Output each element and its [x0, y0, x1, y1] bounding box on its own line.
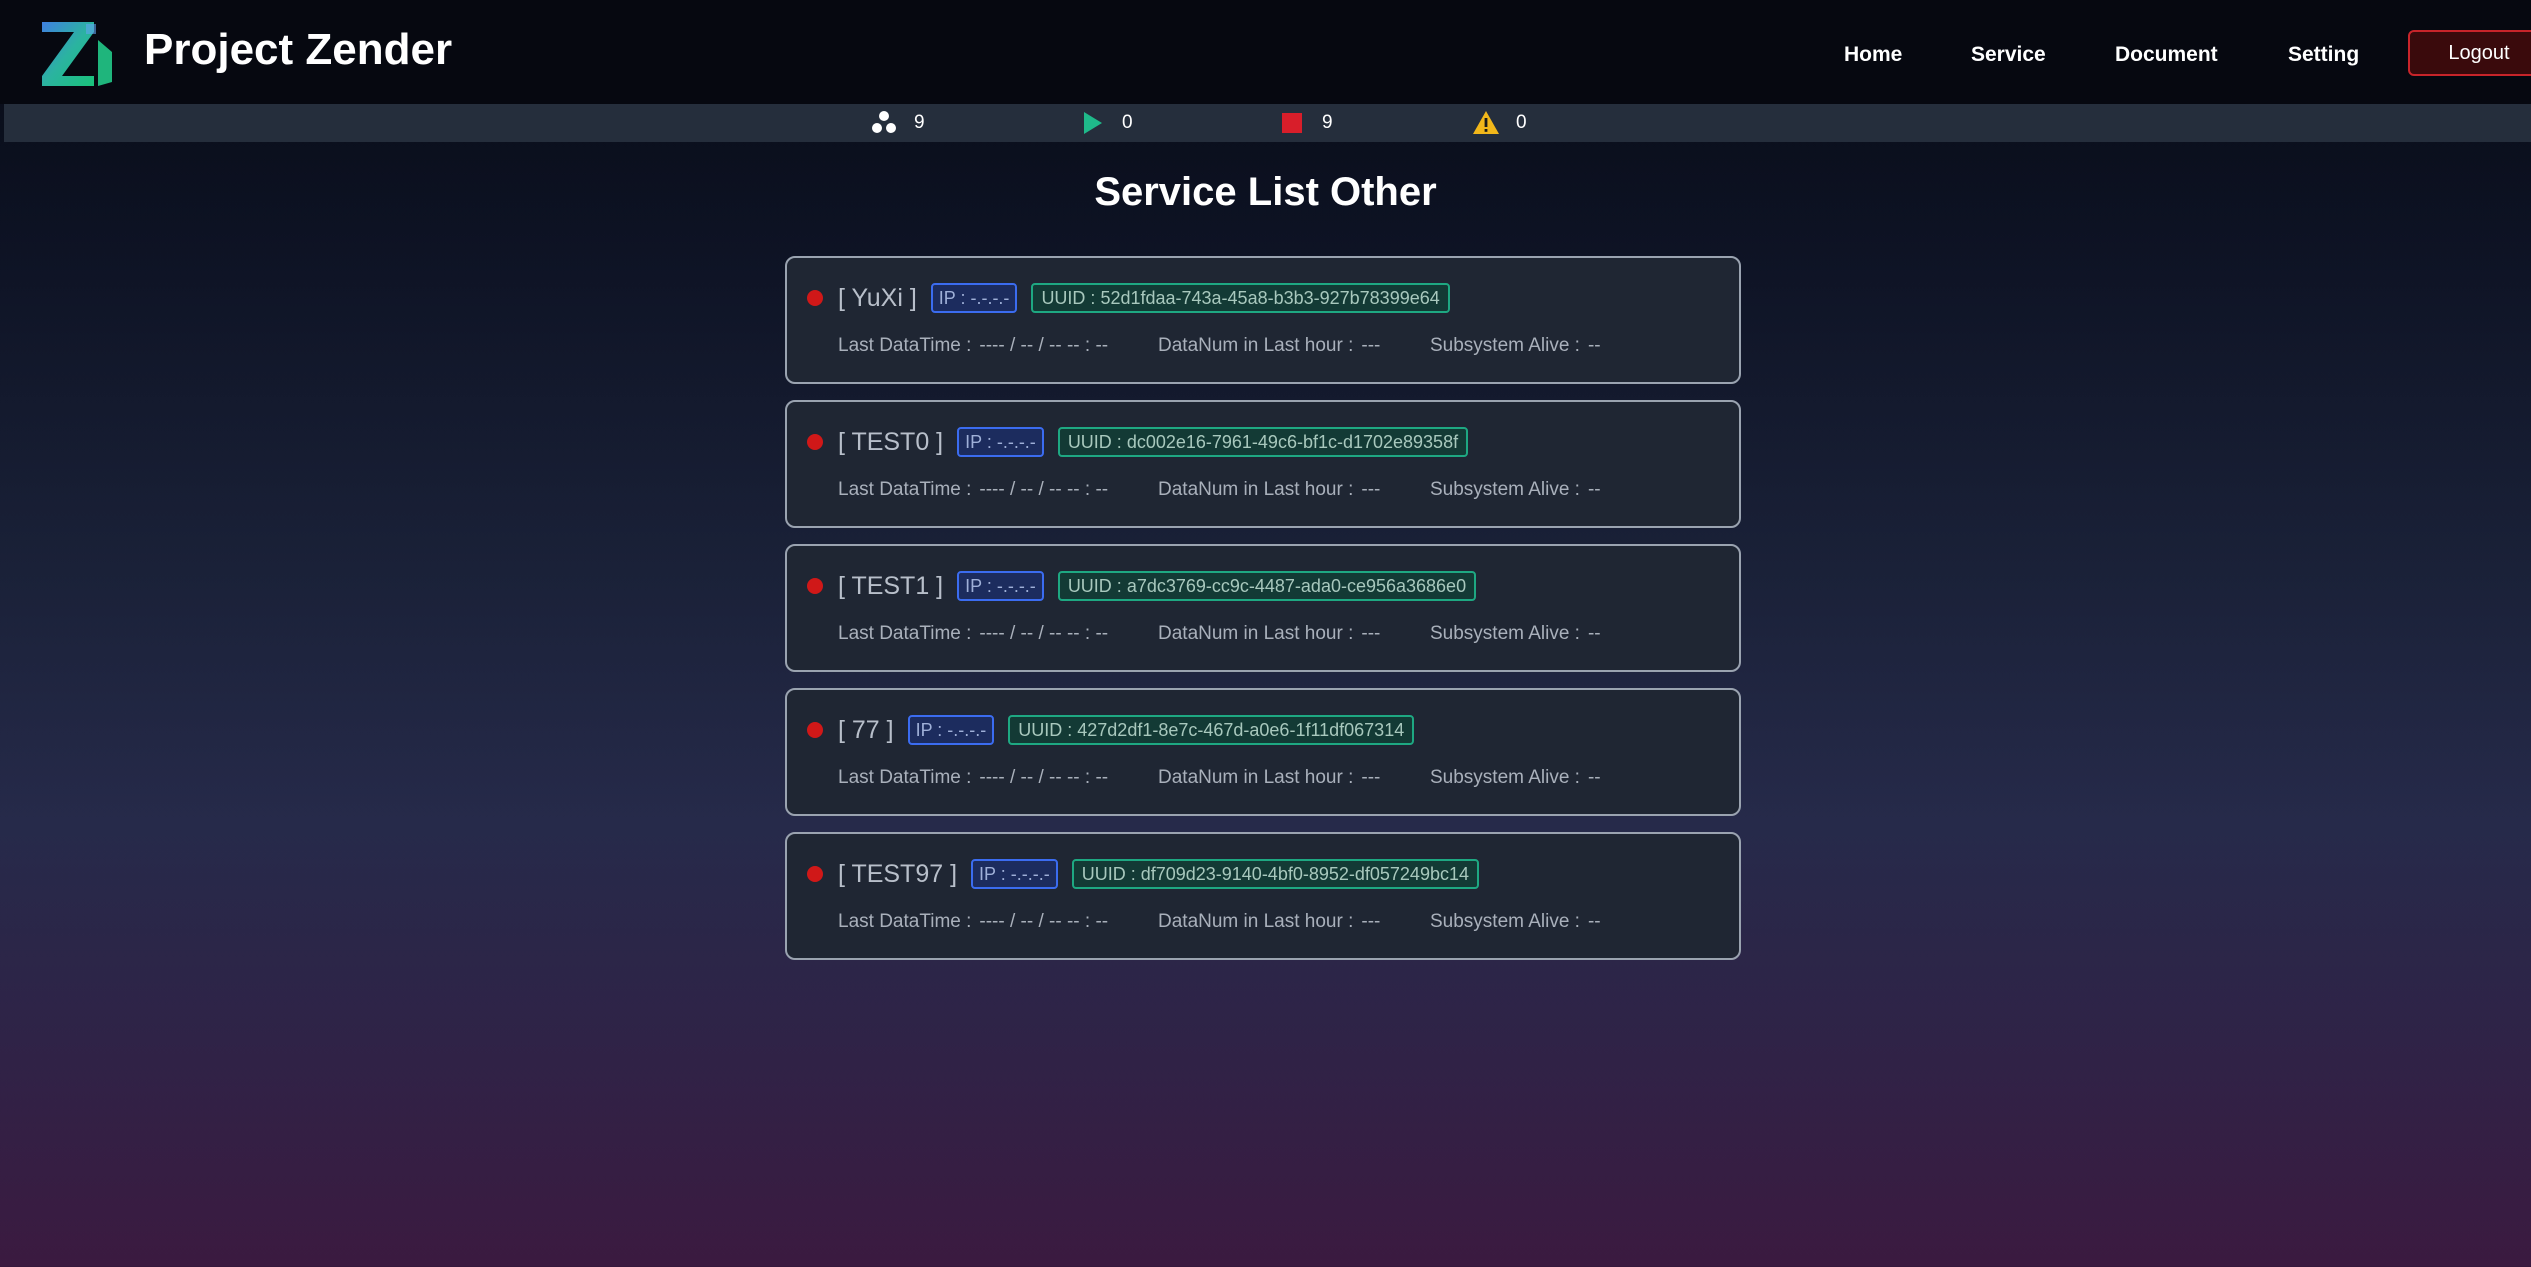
- logout-button[interactable]: Logout: [2408, 30, 2531, 76]
- services-cluster-icon: [872, 111, 896, 133]
- service-card[interactable]: [ TEST1 ] IP : -.-.-.- UUID : a7dc3769-c…: [785, 544, 1741, 672]
- uuid-badge: UUID : dc002e16-7961-49c6-bf1c-d1702e893…: [1057, 427, 1469, 457]
- last-datetime-label: Last DataTime :: [838, 479, 972, 500]
- status-dot: [807, 290, 823, 306]
- status-dot: [807, 866, 823, 882]
- ip-badge: IP : -.-.-.-: [957, 427, 1044, 457]
- top-navbar: Project Zender Home Service Document Set…: [0, 0, 2531, 104]
- status-dot: [807, 722, 823, 738]
- service-name: [ YuXi ]: [838, 283, 917, 312]
- play-icon: [1084, 112, 1102, 134]
- subsystem-value: --: [1587, 911, 1601, 932]
- status-dot: [807, 578, 823, 594]
- subsystem-alive: Subsystem Alive : --: [1430, 622, 1601, 646]
- subsystem-label: Subsystem Alive :: [1430, 623, 1580, 644]
- stat-warning: 0: [1472, 104, 1527, 142]
- datanum-label: DataNum in Last hour :: [1158, 911, 1354, 932]
- datanum-value: ---: [1361, 335, 1381, 356]
- datanum: DataNum in Last hour : ---: [1158, 334, 1380, 358]
- zender-logo-icon[interactable]: [40, 20, 116, 88]
- uuid-badge: UUID : 52d1fdaa-743a-45a8-b3b3-927b78399…: [1031, 283, 1450, 313]
- last-datetime-label: Last DataTime :: [838, 911, 972, 932]
- status-dot: [807, 434, 823, 450]
- subsystem-label: Subsystem Alive :: [1430, 911, 1580, 932]
- service-name: [ TEST0 ]: [838, 427, 944, 456]
- datanum-value: ---: [1361, 479, 1381, 500]
- subsystem-label: Subsystem Alive :: [1430, 479, 1580, 500]
- service-card[interactable]: [ TEST97 ] IP : -.-.-.- UUID : df709d23-…: [785, 832, 1741, 960]
- datanum: DataNum in Last hour : ---: [1158, 910, 1380, 934]
- service-name: [ 77 ]: [838, 715, 894, 744]
- last-datetime-value: ---- / -- / -- -- : --: [979, 335, 1109, 356]
- nav-document[interactable]: Document: [2115, 30, 2218, 80]
- nav-setting[interactable]: Setting: [2288, 30, 2359, 80]
- subsystem-value: --: [1587, 335, 1601, 356]
- service-card[interactable]: [ TEST0 ] IP : -.-.-.- UUID : dc002e16-7…: [785, 400, 1741, 528]
- nav-service[interactable]: Service: [1971, 30, 2046, 80]
- datanum-value: ---: [1361, 911, 1381, 932]
- service-name: [ TEST97 ]: [838, 859, 958, 888]
- datanum: DataNum in Last hour : ---: [1158, 622, 1380, 646]
- status-summary-bar: 9 0 9 0: [4, 104, 2531, 142]
- last-datetime: Last DataTime : ---- / -- / -- -- : --: [838, 766, 1108, 790]
- stat-running: 0: [1078, 104, 1133, 142]
- datanum-value: ---: [1361, 623, 1381, 644]
- ip-badge: IP : -.-.-.-: [930, 283, 1018, 313]
- datanum-label: DataNum in Last hour :: [1158, 767, 1354, 788]
- stat-services-count: 9: [914, 112, 925, 133]
- subsystem-label: Subsystem Alive :: [1430, 767, 1580, 788]
- subsystem-alive: Subsystem Alive : --: [1430, 334, 1601, 358]
- subsystem-label: Subsystem Alive :: [1430, 335, 1580, 356]
- last-datetime-value: ---- / -- / -- -- : --: [979, 623, 1109, 644]
- datanum-value: ---: [1361, 767, 1381, 788]
- last-datetime: Last DataTime : ---- / -- / -- -- : --: [838, 334, 1108, 358]
- nav-home[interactable]: Home: [1844, 30, 1902, 80]
- last-datetime: Last DataTime : ---- / -- / -- -- : --: [838, 478, 1108, 502]
- service-card[interactable]: [ 77 ] IP : -.-.-.- UUID : 427d2df1-8e7c…: [785, 688, 1741, 816]
- page-title: Service List Other: [1094, 170, 1437, 214]
- stat-stopped: 9: [1278, 104, 1333, 142]
- last-datetime: Last DataTime : ---- / -- / -- -- : --: [838, 910, 1108, 934]
- last-datetime-value: ---- / -- / -- -- : --: [979, 911, 1109, 932]
- service-card[interactable]: [ YuXi ] IP : -.-.-.- UUID : 52d1fdaa-74…: [785, 256, 1741, 384]
- stat-warning-count: 0: [1516, 112, 1527, 133]
- datanum-label: DataNum in Last hour :: [1158, 335, 1354, 356]
- subsystem-alive: Subsystem Alive : --: [1430, 910, 1601, 934]
- datanum: DataNum in Last hour : ---: [1158, 478, 1380, 502]
- subsystem-alive: Subsystem Alive : --: [1430, 766, 1601, 790]
- stat-running-count: 0: [1122, 112, 1133, 133]
- ip-badge: IP : -.-.-.-: [957, 571, 1044, 601]
- last-datetime: Last DataTime : ---- / -- / -- -- : --: [838, 622, 1108, 646]
- datanum: DataNum in Last hour : ---: [1158, 766, 1380, 790]
- warning-icon: [1473, 111, 1499, 134]
- uuid-badge: UUID : df709d23-9140-4bf0-8952-df057249b…: [1071, 859, 1479, 889]
- stop-icon: [1282, 113, 1302, 133]
- subsystem-value: --: [1587, 767, 1601, 788]
- service-name: [ TEST1 ]: [838, 571, 944, 600]
- subsystem-value: --: [1587, 623, 1601, 644]
- last-datetime-value: ---- / -- / -- -- : --: [979, 767, 1109, 788]
- uuid-badge: UUID : a7dc3769-cc9c-4487-ada0-ce956a368…: [1057, 571, 1477, 601]
- last-datetime-label: Last DataTime :: [838, 623, 972, 644]
- datanum-label: DataNum in Last hour :: [1158, 623, 1354, 644]
- subsystem-alive: Subsystem Alive : --: [1430, 478, 1601, 502]
- stat-stopped-count: 9: [1322, 112, 1333, 133]
- app-title: Project Zender: [144, 25, 453, 74]
- stat-services: 9: [870, 104, 925, 142]
- last-datetime-label: Last DataTime :: [838, 335, 972, 356]
- uuid-badge: UUID : 427d2df1-8e7c-467d-a0e6-1f11df067…: [1008, 715, 1415, 745]
- datanum-label: DataNum in Last hour :: [1158, 479, 1354, 500]
- ip-badge: IP : -.-.-.-: [971, 859, 1058, 889]
- last-datetime-label: Last DataTime :: [838, 767, 972, 788]
- last-datetime-value: ---- / -- / -- -- : --: [979, 479, 1109, 500]
- subsystem-value: --: [1587, 479, 1601, 500]
- ip-badge: IP : -.-.-.-: [907, 715, 995, 745]
